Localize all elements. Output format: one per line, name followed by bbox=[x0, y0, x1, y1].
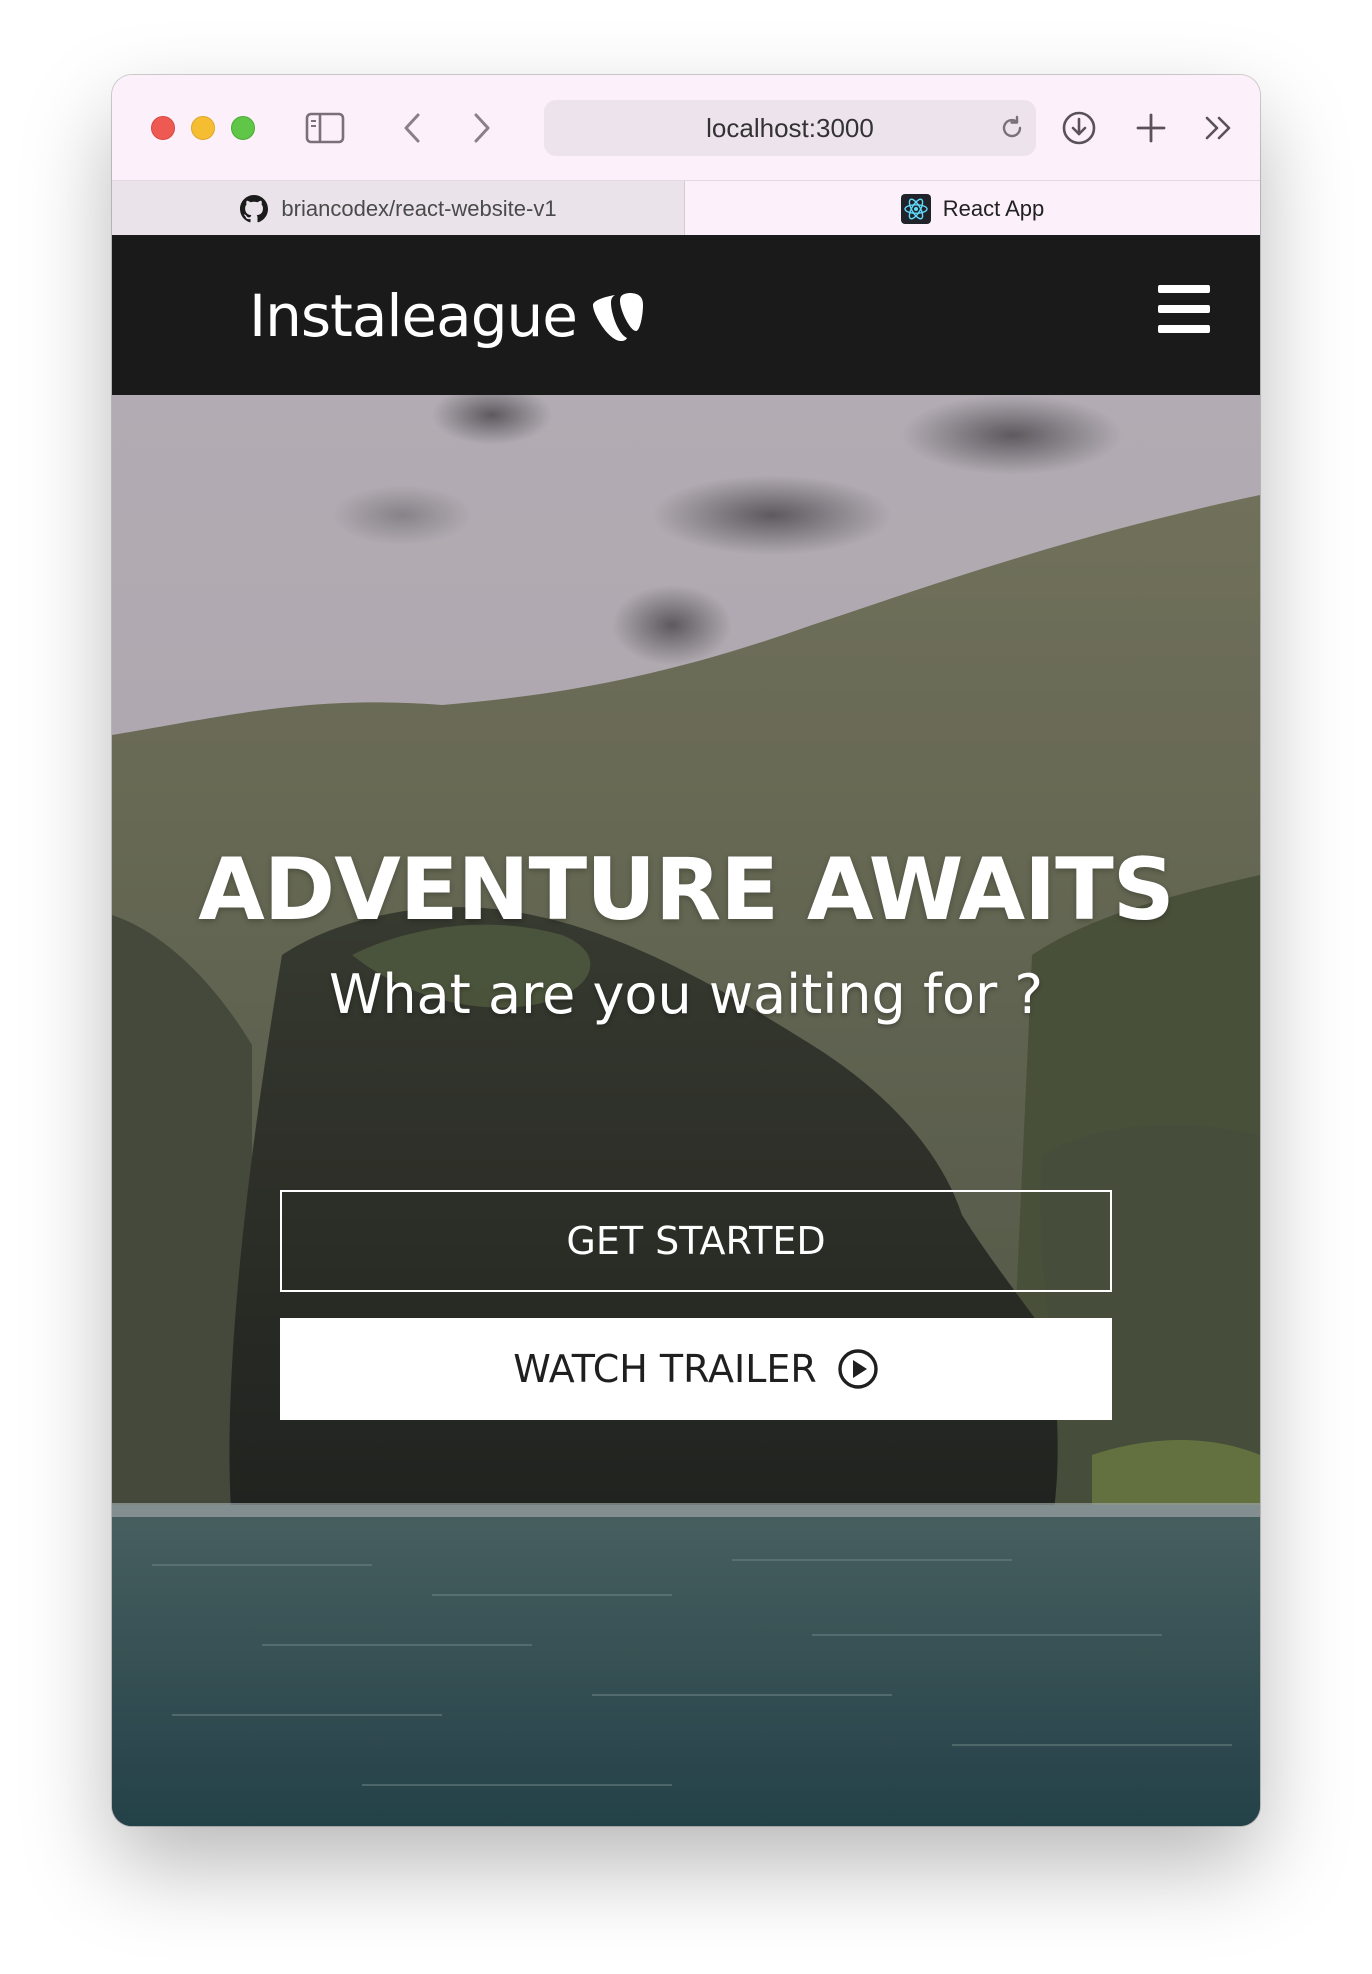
react-icon bbox=[900, 193, 931, 224]
site-navbar: Instaleague bbox=[112, 235, 1260, 395]
tab-bar: briancodex/react-website-v1 React App bbox=[112, 180, 1260, 236]
browser-toolbar: localhost:3000 bbox=[112, 75, 1260, 180]
get-started-label: GET STARTED bbox=[566, 1219, 826, 1263]
close-window-button[interactable] bbox=[151, 116, 175, 140]
hero-subtitle: What are you waiting for ? bbox=[328, 963, 1044, 1026]
sidebar-toggle-icon[interactable] bbox=[305, 110, 345, 146]
address-url[interactable]: localhost:3000 bbox=[544, 100, 1036, 156]
forward-arrow-icon[interactable] bbox=[464, 110, 500, 146]
get-started-button[interactable]: GET STARTED bbox=[280, 1190, 1112, 1292]
tab-react-app[interactable]: React App bbox=[685, 181, 1260, 236]
hero-background-image bbox=[112, 395, 1260, 1826]
github-icon bbox=[239, 194, 269, 224]
watch-trailer-label: WATCH TRAILER bbox=[513, 1347, 817, 1391]
typo3-logo-icon bbox=[591, 289, 643, 343]
hero-section: ADVENTURE AWAITS What are you waiting fo… bbox=[112, 395, 1260, 1826]
new-tab-plus-icon[interactable] bbox=[1131, 108, 1171, 148]
tab-github-repo[interactable]: briancodex/react-website-v1 bbox=[112, 181, 685, 236]
hamburger-menu-icon[interactable] bbox=[1158, 285, 1214, 335]
site-logo[interactable]: Instaleague bbox=[249, 281, 643, 351]
reload-icon[interactable] bbox=[998, 114, 1026, 142]
browser-window: localhost:3000 briancodex/react-website-… bbox=[112, 75, 1260, 1826]
play-circle-icon bbox=[837, 1348, 879, 1390]
back-arrow-icon[interactable] bbox=[394, 110, 430, 146]
logo-text: Instaleague bbox=[249, 282, 578, 350]
watch-trailer-button[interactable]: WATCH TRAILER bbox=[280, 1318, 1112, 1420]
download-icon[interactable] bbox=[1059, 108, 1099, 148]
hero-title: ADVENTURE AWAITS bbox=[198, 840, 1174, 940]
minimize-window-button[interactable] bbox=[191, 116, 215, 140]
zoom-window-button[interactable] bbox=[231, 116, 255, 140]
chevron-double-right-icon[interactable] bbox=[1199, 108, 1239, 148]
address-bar[interactable]: localhost:3000 bbox=[544, 100, 1036, 156]
tab-label: React App bbox=[942, 195, 1045, 221]
tab-label: briancodex/react-website-v1 bbox=[281, 195, 557, 221]
